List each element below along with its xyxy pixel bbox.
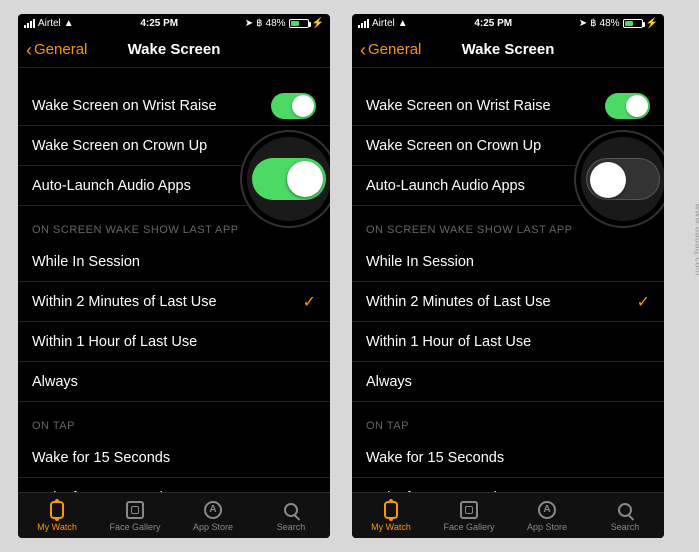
tab-label: Search — [611, 522, 640, 532]
row-label: Within 2 Minutes of Last Use — [366, 294, 637, 310]
appstore-icon — [204, 500, 222, 520]
tab-app-store[interactable]: App Store — [174, 493, 252, 538]
row-wake-70[interactable]: Wake for 70 Seconds — [352, 478, 664, 492]
signal-icon — [358, 19, 369, 28]
gallery-icon — [460, 500, 478, 520]
wifi-icon: ▲ — [64, 18, 74, 29]
row-wrist-raise[interactable]: Wake Screen on Wrist Raise — [352, 86, 664, 126]
tab-label: Search — [277, 522, 306, 532]
row-label: Wake for 15 Seconds — [32, 450, 316, 466]
row-wake-70[interactable]: Wake for 70 Seconds — [18, 478, 330, 492]
search-icon — [618, 500, 632, 520]
row-wake-15[interactable]: Wake for 15 Seconds — [352, 438, 664, 478]
back-button[interactable]: ‹ General — [26, 41, 87, 59]
tab-label: My Watch — [37, 522, 77, 532]
gallery-icon — [126, 500, 144, 520]
row-wake-15[interactable]: Wake for 15 Seconds — [18, 438, 330, 478]
row-label: While In Session — [366, 254, 650, 270]
magnified-toggle-on — [252, 158, 326, 200]
signal-icon — [24, 19, 35, 28]
nav-bar: ‹ General Wake Screen — [352, 32, 664, 68]
battery-pct: 48% — [600, 18, 620, 29]
search-icon — [284, 500, 298, 520]
row-label: Within 1 Hour of Last Use — [366, 334, 650, 350]
tab-my-watch[interactable]: My Watch — [352, 493, 430, 538]
row-while-in-session[interactable]: While In Session — [352, 242, 664, 282]
toggle-wrist-raise[interactable] — [271, 93, 316, 119]
tab-face-gallery[interactable]: Face Gallery — [430, 493, 508, 538]
row-within-2-min[interactable]: Within 2 Minutes of Last Use ✓ — [18, 282, 330, 322]
row-always[interactable]: Always — [352, 362, 664, 402]
magnifier-overlay — [242, 132, 330, 226]
tab-bar: My Watch Face Gallery App Store Search — [352, 492, 664, 538]
tab-label: App Store — [527, 522, 567, 532]
carrier-label: Airtel — [38, 18, 61, 29]
battery-pct: 48% — [266, 18, 286, 29]
row-label: While In Session — [32, 254, 316, 270]
tab-label: App Store — [193, 522, 233, 532]
watch-icon — [384, 500, 398, 520]
row-label: Always — [366, 374, 650, 390]
bluetooth-icon: ฿ — [256, 18, 262, 29]
wifi-icon: ▲ — [398, 18, 408, 29]
tab-bar: My Watch Face Gallery App Store Search — [18, 492, 330, 538]
back-button[interactable]: ‹ General — [360, 41, 421, 59]
checkmark-icon: ✓ — [637, 292, 650, 312]
chevron-left-icon: ‹ — [26, 41, 32, 59]
charging-icon: ⚡ — [312, 18, 324, 29]
screenshot-pair: Airtel ▲ 4:25 PM ➤ ฿ 48% ⚡ ‹ General Wak… — [0, 0, 699, 552]
section-header-on-tap: ON TAP — [18, 402, 330, 438]
location-icon: ➤ — [579, 18, 587, 29]
back-label: General — [368, 41, 421, 58]
tab-face-gallery[interactable]: Face Gallery — [96, 493, 174, 538]
row-label: Within 1 Hour of Last Use — [32, 334, 316, 350]
status-time: 4:25 PM — [74, 18, 245, 29]
phone-left: Airtel ▲ 4:25 PM ➤ ฿ 48% ⚡ ‹ General Wak… — [18, 14, 330, 538]
row-while-in-session[interactable]: While In Session — [18, 242, 330, 282]
row-within-1-hour[interactable]: Within 1 Hour of Last Use — [18, 322, 330, 362]
section-header-on-tap: ON TAP — [352, 402, 664, 438]
row-within-1-hour[interactable]: Within 1 Hour of Last Use — [352, 322, 664, 362]
status-bar: Airtel ▲ 4:25 PM ➤ ฿ 48% ⚡ — [18, 14, 330, 32]
row-always[interactable]: Always — [18, 362, 330, 402]
appstore-icon — [538, 500, 556, 520]
bluetooth-icon: ฿ — [590, 18, 596, 29]
row-within-2-min[interactable]: Within 2 Minutes of Last Use ✓ — [352, 282, 664, 322]
status-bar: Airtel ▲ 4:25 PM ➤ ฿ 48% ⚡ — [352, 14, 664, 32]
toggle-wrist-raise[interactable] — [605, 93, 650, 119]
row-label: Within 2 Minutes of Last Use — [32, 294, 303, 310]
row-label: Wake for 15 Seconds — [366, 450, 650, 466]
tab-label: Face Gallery — [443, 522, 494, 532]
status-time: 4:25 PM — [408, 18, 579, 29]
battery-icon — [623, 19, 643, 28]
magnifier-overlay — [576, 132, 664, 226]
charging-icon: ⚡ — [646, 18, 658, 29]
row-label: Always — [32, 374, 316, 390]
row-label: Wake Screen on Wrist Raise — [366, 98, 605, 114]
row-wrist-raise[interactable]: Wake Screen on Wrist Raise — [18, 86, 330, 126]
tab-label: Face Gallery — [109, 522, 160, 532]
location-icon: ➤ — [245, 18, 253, 29]
tab-label: My Watch — [371, 522, 411, 532]
magnified-toggle-off — [586, 158, 660, 200]
tab-my-watch[interactable]: My Watch — [18, 493, 96, 538]
phone-right: Airtel ▲ 4:25 PM ➤ ฿ 48% ⚡ ‹ General Wak… — [352, 14, 664, 538]
row-label: Wake Screen on Wrist Raise — [32, 98, 271, 114]
tab-app-store[interactable]: App Store — [508, 493, 586, 538]
checkmark-icon: ✓ — [303, 292, 316, 312]
nav-bar: ‹ General Wake Screen — [18, 32, 330, 68]
battery-icon — [289, 19, 309, 28]
tab-search[interactable]: Search — [586, 493, 664, 538]
carrier-label: Airtel — [372, 18, 395, 29]
tab-search[interactable]: Search — [252, 493, 330, 538]
chevron-left-icon: ‹ — [360, 41, 366, 59]
back-label: General — [34, 41, 87, 58]
watch-icon — [50, 500, 64, 520]
watermark-text: www.dadaq.com — [694, 203, 699, 276]
